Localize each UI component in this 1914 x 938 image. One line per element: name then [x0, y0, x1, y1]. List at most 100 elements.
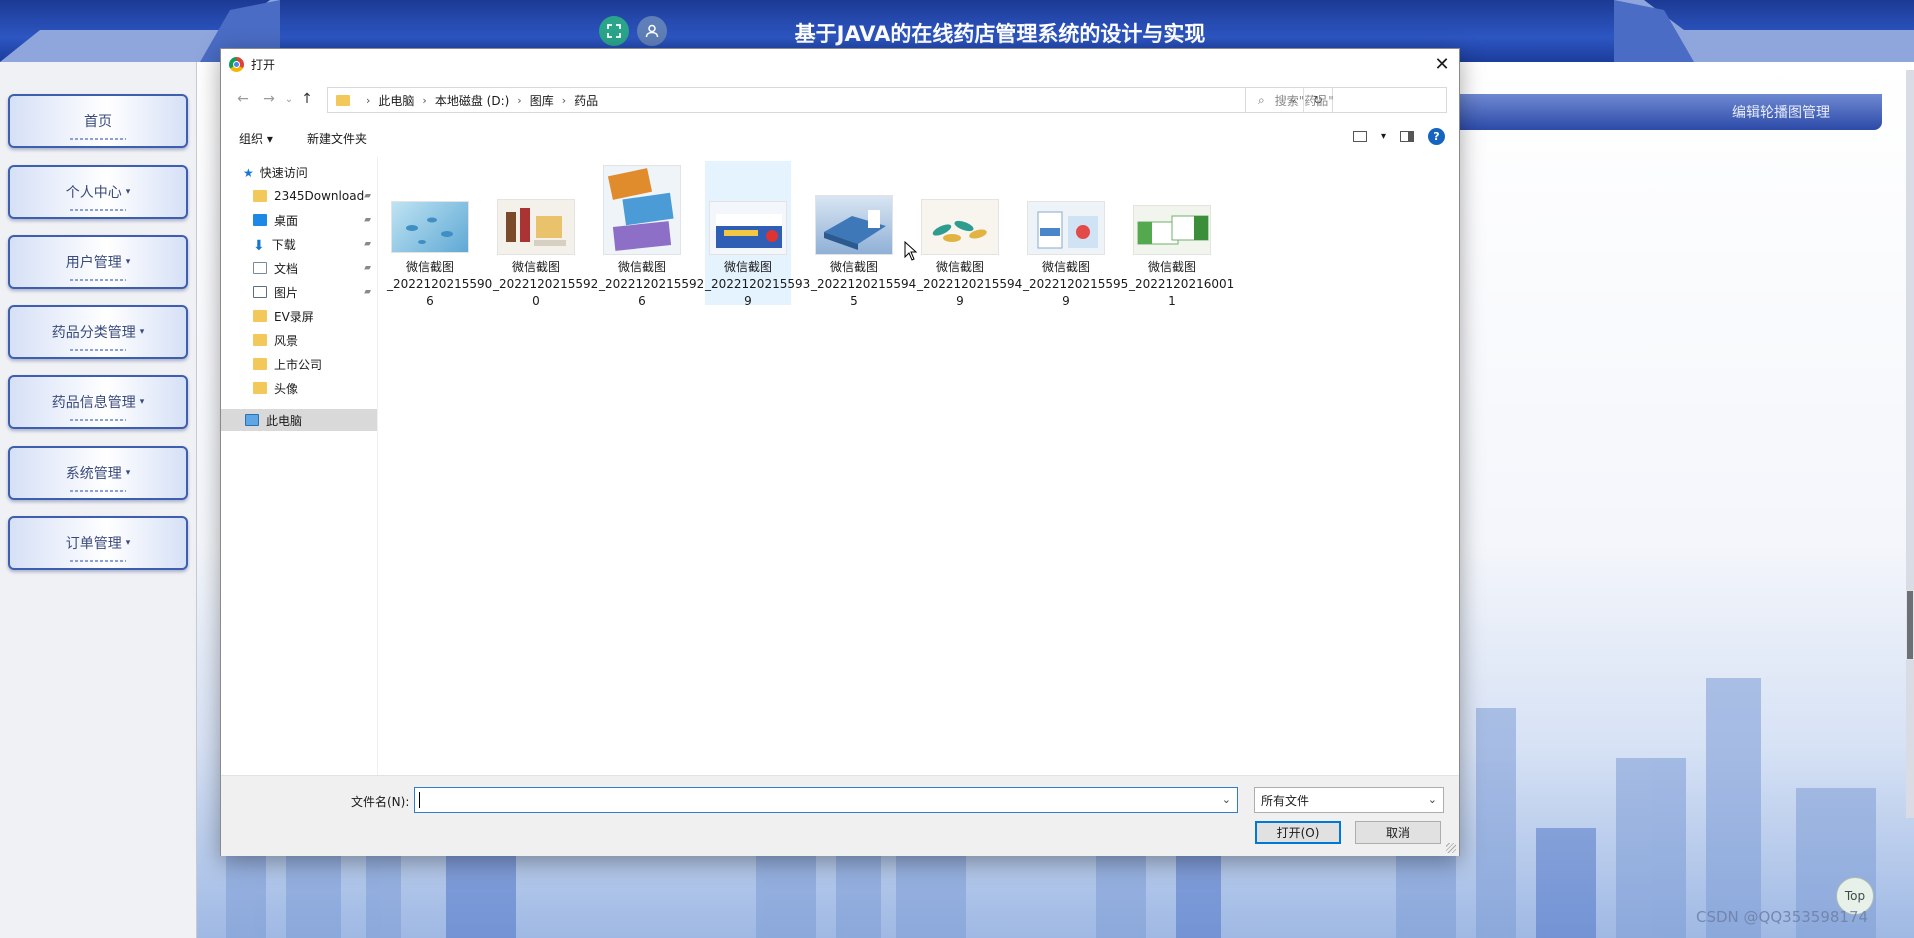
back-arrow-icon[interactable]: ←	[233, 89, 253, 109]
dialog-titlebar[interactable]: 打开 ✕	[221, 49, 1459, 79]
file-item[interactable]: 微信截图 _2022120215595 9	[1023, 161, 1128, 308]
file-name: 微信截图 _2022120215593 9	[705, 260, 811, 308]
nav-item-listed-companies[interactable]: 上市公司	[221, 353, 377, 375]
file-name: 微信截图 _2022120216001 1	[1129, 260, 1235, 308]
resize-grip-icon[interactable]	[1446, 843, 1456, 853]
sidebar-item-label: 系统管理	[65, 466, 122, 482]
help-icon[interactable]: ?	[1428, 128, 1445, 145]
file-thumbnail	[921, 199, 999, 255]
file-item[interactable]: 微信截图 _2022120215594 5	[811, 161, 916, 308]
nav-item-2345download[interactable]: 2345Download ▰	[221, 185, 377, 207]
pin-icon: ▰	[364, 239, 371, 249]
file-item[interactable]: 微信截图 _2022120215592 0	[493, 161, 598, 308]
star-icon: ★	[243, 166, 254, 180]
download-icon: ⬇	[253, 238, 265, 254]
computer-icon	[245, 414, 259, 426]
caret-down-icon: ▾	[125, 538, 131, 548]
caret-down-icon: ▾	[139, 327, 145, 337]
scrollbar-thumb[interactable]	[1906, 590, 1914, 660]
nav-item-this-pc[interactable]: 此电脑	[221, 409, 377, 431]
folder-icon	[253, 310, 267, 322]
nav-item-pictures[interactable]: 图片 ▰	[221, 281, 377, 303]
chevron-down-icon[interactable]: ⌄	[1222, 793, 1231, 806]
nav-item-label: 上市公司	[274, 357, 323, 372]
page-scrollbar[interactable]	[1906, 70, 1914, 818]
crumb-gallery[interactable]: 图库	[530, 92, 554, 109]
nav-item-label: 文档	[274, 261, 299, 276]
view-tools: ▾ ?	[1352, 128, 1445, 145]
file-name: 微信截图 _2022120215595 9	[1023, 260, 1129, 308]
user-icon[interactable]	[637, 16, 667, 46]
sidebar-item-label: 用户管理	[65, 255, 122, 271]
file-thumbnail	[1027, 201, 1105, 255]
up-arrow-icon[interactable]: ↑	[297, 89, 317, 109]
sidebar-item-home[interactable]: 首页	[8, 94, 188, 148]
chrome-icon	[229, 57, 244, 72]
file-name: 微信截图 _2022120215594 5	[811, 260, 917, 308]
sidebar-item-label: 药品分类管理	[51, 325, 136, 341]
sidebar-item-personal-center[interactable]: 个人中心 ▾	[8, 165, 188, 219]
sidebar-item-user-management[interactable]: 用户管理 ▾	[8, 235, 188, 289]
picture-icon	[253, 286, 267, 298]
file-item[interactable]: 微信截图 _2022120215594 9	[917, 161, 1022, 308]
crumb-drugs[interactable]: 药品	[574, 92, 598, 109]
nav-item-label: 桌面	[274, 213, 299, 228]
nav-item-avatars[interactable]: 头像	[221, 377, 377, 399]
caret-down-icon: ▾	[125, 187, 131, 197]
filename-label: 文件名(N):	[351, 795, 410, 809]
file-item[interactable]: 微信截图 _2022120215593 9	[705, 161, 810, 308]
address-row: ← → ⌄ ↑ › 此电脑 › 本地磁盘 (D:) › 图库 › 药品 ⌄ ↻ ⌕ 搜索…	[221, 83, 1459, 115]
search-input[interactable]: ⌕ 搜索"药品"	[1245, 87, 1447, 113]
file-thumbnail	[603, 165, 681, 255]
crumb-drive-d[interactable]: 本地磁盘 (D:)	[435, 92, 509, 109]
chevron-down-icon: ⌄	[1427, 793, 1437, 806]
filetype-select[interactable]: 所有文件 ⌄	[1254, 787, 1444, 813]
desktop-icon	[253, 214, 267, 226]
caret-down-icon: ▾	[125, 257, 131, 267]
sidebar-item-orders[interactable]: 订单管理 ▾	[8, 516, 188, 570]
expand-icon[interactable]	[599, 16, 629, 46]
crumb-this-pc[interactable]: 此电脑	[378, 92, 414, 109]
caret-down-icon: ▾	[125, 468, 131, 478]
close-button[interactable]: ✕	[1425, 49, 1459, 79]
new-folder-button[interactable]: 新建文件夹	[307, 130, 367, 147]
recent-locations-icon[interactable]: ⌄	[279, 89, 299, 109]
nav-item-label: 图片	[274, 285, 299, 300]
file-grid: 微信截图 _2022120215590 6 微信截图 _2022120215592 0 …	[387, 161, 1459, 361]
file-name: 微信截图 _2022120215592 6	[599, 260, 705, 308]
filename-input[interactable]: ⌄	[414, 787, 1238, 813]
organize-menu[interactable]: 组织 ▾	[239, 130, 273, 147]
chevron-right-icon: ›	[561, 93, 567, 107]
sidebar-item-label: 订单管理	[65, 536, 122, 552]
search-placeholder: 搜索"药品"	[1274, 93, 1334, 108]
nav-item-ev-recording[interactable]: EV录屏	[221, 305, 377, 327]
address-bar[interactable]: › 此电脑 › 本地磁盘 (D:) › 图库 › 药品 ⌄ ↻	[327, 87, 1333, 113]
dialog-title: 打开	[251, 58, 276, 72]
sidebar-item-label: 首页	[84, 114, 112, 130]
view-dropdown-icon[interactable]: ▾	[1381, 131, 1386, 142]
nav-item-scenery[interactable]: 风景	[221, 329, 377, 351]
sidebar-item-drug-category[interactable]: 药品分类管理 ▾	[8, 305, 188, 359]
folder-icon	[253, 382, 267, 394]
pane-divider[interactable]	[377, 157, 378, 777]
sidebar: 首页 个人中心 ▾ 用户管理 ▾ 药品分类管理 ▾ 药品信息管理 ▾ 系统管理 ▾ 订单管…	[0, 62, 197, 938]
file-item[interactable]: 微信截图 _2022120216001 1	[1129, 161, 1234, 308]
nav-item-documents[interactable]: 文档 ▰	[221, 257, 377, 279]
view-mode-icon[interactable]	[1352, 131, 1367, 142]
nav-item-desktop[interactable]: 桌面 ▰	[221, 209, 377, 231]
sidebar-item-drug-info[interactable]: 药品信息管理 ▾	[8, 375, 188, 429]
cancel-button[interactable]: 取消	[1355, 821, 1441, 844]
forward-arrow-icon[interactable]: →	[259, 89, 279, 109]
caret-down-icon: ▾	[139, 397, 145, 407]
nav-item-downloads[interactable]: ⬇ 下载 ▰	[221, 233, 377, 255]
open-button[interactable]: 打开(O)	[1255, 821, 1341, 844]
nav-quick-access[interactable]: ★ 快速访问	[221, 161, 377, 183]
file-item[interactable]: 微信截图 _2022120215590 6	[387, 161, 492, 308]
folder-icon	[336, 94, 350, 106]
nav-item-label: EV录屏	[274, 309, 314, 324]
breadcrumb-label: 编辑轮播图管理	[1732, 105, 1830, 121]
sidebar-item-system[interactable]: 系统管理 ▾	[8, 446, 188, 500]
preview-pane-icon[interactable]	[1400, 131, 1414, 142]
file-item[interactable]: 微信截图 _2022120215592 6	[599, 161, 704, 308]
chevron-right-icon: ›	[422, 93, 427, 107]
